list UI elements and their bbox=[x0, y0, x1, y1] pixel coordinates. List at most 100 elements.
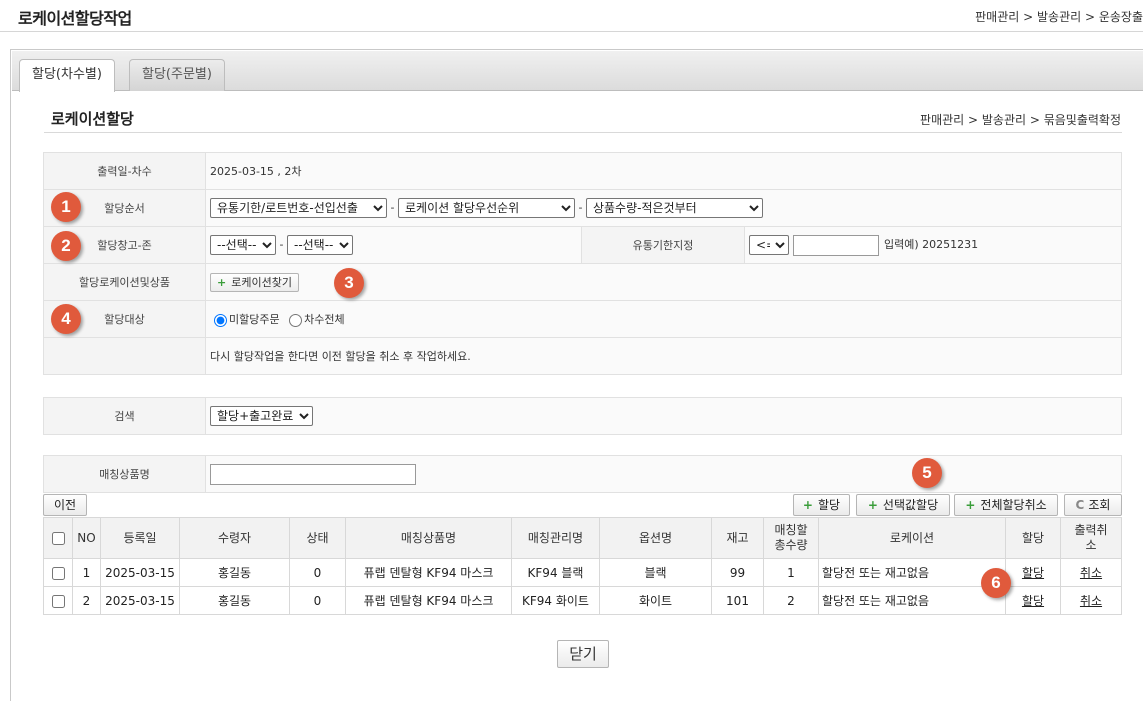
tab-bar: 할당(차수별) 할당(주문별) bbox=[12, 51, 1143, 92]
form-row-target: 할당대상 미할당주문 차수전체 bbox=[43, 300, 1122, 338]
cell-no: 2 bbox=[72, 586, 101, 615]
tab-assign-by-round[interactable]: 할당(차수별) bbox=[19, 59, 115, 92]
date-value: 2025-03-15 , 2차 bbox=[205, 152, 1122, 190]
order-select-quantity[interactable]: 상품수량-적은것부터 bbox=[585, 198, 763, 218]
cell-location: 할당전 또는 재고없음 bbox=[818, 558, 1006, 587]
callout-badge-2: 2 bbox=[51, 231, 81, 261]
cell-manage: KF94 블랙 bbox=[511, 558, 600, 587]
close-button[interactable]: 닫기 bbox=[557, 640, 609, 668]
row-cancel-link[interactable]: 취소 bbox=[1080, 594, 1102, 608]
header-date: 등록일 bbox=[100, 517, 180, 559]
assign-form: 출력일-차수 2025-03-15 , 2차 할당순서 유통기한/로트번호-선입… bbox=[43, 152, 1122, 375]
cell-stock: 101 bbox=[711, 586, 764, 615]
table-row: 2 2025-03-15 홍길동 0 퓨랩 덴탈형 KF94 마스크 KF94 … bbox=[43, 586, 1122, 615]
select-all-checkbox[interactable] bbox=[51, 531, 65, 545]
radio-unassigned-input[interactable] bbox=[214, 313, 227, 327]
header-status: 상태 bbox=[289, 517, 346, 559]
dash-separator: - bbox=[390, 201, 395, 214]
zone-select[interactable]: --선택-- bbox=[286, 235, 353, 255]
matching-input[interactable] bbox=[210, 463, 416, 485]
assign-button[interactable]: + 할당 bbox=[793, 494, 850, 516]
order-table: NO 등록일 수령자 상태 매칭상품명 매칭관리명 옵션명 재고 매칭할 총수량 … bbox=[43, 517, 1122, 615]
radio-all-input[interactable] bbox=[289, 313, 303, 327]
callout-badge-3: 3 bbox=[334, 268, 364, 298]
header-no: NO bbox=[72, 517, 101, 559]
section-divider bbox=[44, 132, 1122, 133]
matching-label: 매칭상품명 bbox=[43, 455, 206, 493]
radio-unassigned[interactable]: 미할당주문 bbox=[214, 313, 280, 327]
form-row-location: 할당로케이션및상품 + 로케이션찾기 bbox=[43, 263, 1122, 301]
section-title: 로케이션할당 bbox=[51, 110, 134, 128]
form-row-warehouse: 할당창고-존 --선택-- - --선택-- 유통기한지정 <= 입력예) 20… bbox=[43, 226, 1122, 264]
date-label: 출력일-차수 bbox=[43, 152, 206, 190]
row-cancel-link[interactable]: 취소 bbox=[1080, 566, 1102, 580]
row-assign-link[interactable]: 할당 bbox=[1022, 566, 1044, 580]
warehouse-select[interactable]: --선택-- bbox=[210, 235, 276, 255]
search-select[interactable]: 할당+출고완료 bbox=[210, 406, 313, 426]
header-product: 매칭상품명 bbox=[345, 517, 512, 559]
row-assign-link[interactable]: 할당 bbox=[1022, 594, 1044, 608]
table-row: 1 2025-03-15 홍길동 0 퓨랩 덴탈형 KF94 마스크 KF94 … bbox=[43, 558, 1122, 587]
header-cancel: 출력취 소 bbox=[1060, 517, 1122, 559]
refresh-icon: C bbox=[1075, 498, 1085, 512]
location-label: 할당로케이션및상품 bbox=[43, 263, 206, 301]
cell-stock: 99 bbox=[711, 558, 764, 587]
tab-assign-by-order[interactable]: 할당(주문별) bbox=[129, 59, 225, 91]
cell-product: 퓨랩 덴탈형 KF94 마스크 bbox=[345, 586, 512, 615]
cell-total: 1 bbox=[763, 558, 819, 587]
prev-button[interactable]: 이전 bbox=[43, 494, 87, 516]
header-stock: 재고 bbox=[711, 517, 764, 559]
form-row-notice: 다시 할당작업을 한다면 이전 할당을 취소 후 작업하세요. bbox=[43, 337, 1122, 375]
callout-badge-4: 4 bbox=[51, 304, 81, 334]
cell-product: 퓨랩 덴탈형 KF94 마스크 bbox=[345, 558, 512, 587]
plus-icon: + bbox=[802, 498, 813, 512]
expiry-input[interactable] bbox=[792, 234, 879, 256]
cell-total: 2 bbox=[763, 586, 819, 615]
header-option: 옵션명 bbox=[599, 517, 712, 559]
order-select-location-priority[interactable]: 로케이션 할당우선순위 bbox=[397, 198, 575, 218]
callout-badge-5: 5 bbox=[912, 458, 942, 488]
cell-no: 1 bbox=[72, 558, 101, 587]
cell-manage: KF94 화이트 bbox=[511, 586, 600, 615]
form-row-date: 출력일-차수 2025-03-15 , 2차 bbox=[43, 152, 1122, 190]
plus-icon: + bbox=[867, 498, 878, 512]
refresh-button[interactable]: C 조회 bbox=[1064, 494, 1122, 516]
expiry-hint: 입력예) 20251231 bbox=[884, 238, 979, 251]
cell-option: 화이트 bbox=[599, 586, 712, 615]
cancel-all-assign-button[interactable]: + 전체할당취소 bbox=[954, 494, 1058, 516]
dash-separator: - bbox=[279, 238, 284, 251]
cell-receiver: 홍길동 bbox=[179, 558, 290, 587]
radio-all[interactable]: 차수전체 bbox=[289, 313, 345, 327]
search-label: 검색 bbox=[43, 397, 206, 435]
expiry-operator-select[interactable]: <= bbox=[749, 235, 789, 255]
cell-date: 2025-03-15 bbox=[100, 586, 180, 615]
find-location-button[interactable]: + 로케이션찾기 bbox=[210, 272, 299, 292]
cell-date: 2025-03-15 bbox=[100, 558, 180, 587]
plus-icon: + bbox=[217, 275, 227, 289]
callout-badge-6: 6 bbox=[981, 568, 1011, 598]
row-checkbox[interactable] bbox=[51, 594, 65, 608]
search-form: 검색 할당+출고완료 bbox=[43, 397, 1122, 435]
page-title: 로케이션할당작업 bbox=[18, 9, 132, 28]
header-location: 로케이션 bbox=[818, 517, 1006, 559]
section-breadcrumb: 판매관리 > 발송관리 > 묶음및출력확정 bbox=[920, 113, 1121, 127]
header-manage: 매칭관리명 bbox=[511, 517, 600, 559]
expiry-label: 유통기한지정 bbox=[581, 226, 745, 264]
table-header: NO 등록일 수령자 상태 매칭상품명 매칭관리명 옵션명 재고 매칭할 총수량 … bbox=[43, 517, 1122, 559]
plus-icon: + bbox=[965, 498, 976, 512]
cell-location: 할당전 또는 재고없음 bbox=[818, 586, 1006, 615]
breadcrumb: 판매관리 > 발송관리 > 운송장출 bbox=[975, 10, 1143, 24]
cell-status: 0 bbox=[289, 586, 346, 615]
matching-form: 매칭상품명 bbox=[43, 455, 1122, 493]
assign-selected-button[interactable]: + 선택값할당 bbox=[856, 494, 950, 516]
order-select-expiry[interactable]: 유통기한/로트번호-선입선출 bbox=[210, 198, 387, 218]
header-receiver: 수령자 bbox=[179, 517, 290, 559]
header-assign: 할당 bbox=[1005, 517, 1061, 559]
callout-badge-1: 1 bbox=[51, 192, 81, 222]
header-total: 매칭할 총수량 bbox=[763, 517, 819, 559]
cell-option: 블랙 bbox=[599, 558, 712, 587]
dash-separator: - bbox=[578, 201, 583, 214]
cell-status: 0 bbox=[289, 558, 346, 587]
top-bar: 로케이션할당작업 판매관리 > 발송관리 > 운송장출 bbox=[0, 0, 1143, 32]
row-checkbox[interactable] bbox=[51, 566, 65, 580]
